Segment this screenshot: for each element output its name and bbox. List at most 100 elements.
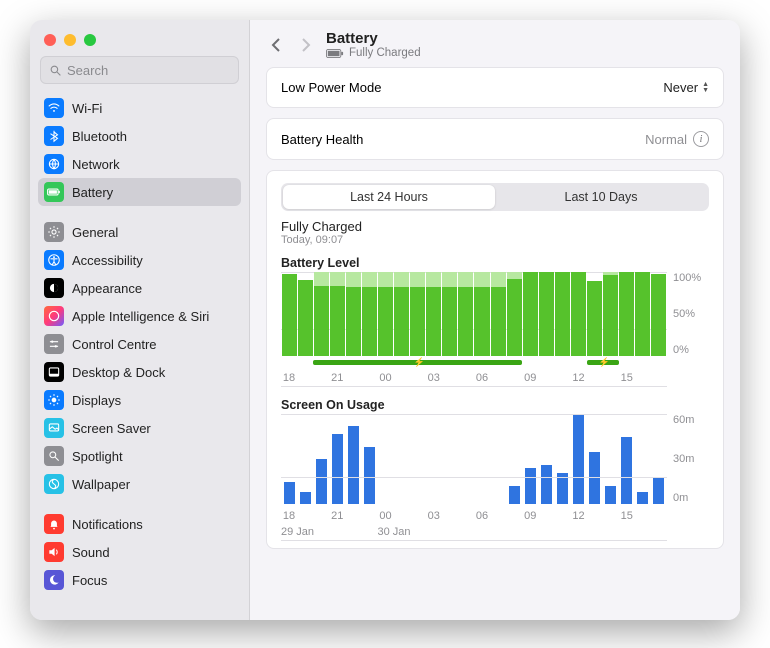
page-subtitle: Fully Charged — [349, 47, 421, 59]
x-tick-label: 18 — [283, 510, 295, 522]
siri-icon — [44, 306, 64, 326]
segment-last-24-hours[interactable]: Last 24 Hours — [283, 185, 495, 209]
x-tick-label: 03 — [428, 510, 440, 522]
nav-forward-button[interactable] — [296, 33, 316, 57]
sidebar-item-general[interactable]: General — [38, 218, 241, 246]
wifi-icon — [44, 98, 64, 118]
sidebar-item-bluetooth[interactable]: Bluetooth — [38, 122, 241, 150]
low-power-mode-value: Never — [663, 80, 698, 95]
battery-level-bar — [539, 272, 554, 356]
sidebar-item-wallpaper[interactable]: Wallpaper — [38, 470, 241, 498]
sidebar-list[interactable]: Wi-Fi Bluetooth Network Battery General Acces… — [30, 92, 249, 620]
bell-icon — [44, 514, 64, 534]
battery-level-bar — [603, 275, 618, 356]
battery-level-bar — [346, 287, 361, 356]
sidebar-item-notifications[interactable]: Notifications — [38, 510, 241, 538]
bolt-icon: ⚡ — [599, 357, 610, 368]
screen-on-bar — [653, 477, 664, 504]
sidebar-item-wifi[interactable]: Wi-Fi — [38, 94, 241, 122]
select-stepper-icon: ▲▼ — [702, 82, 709, 94]
sidebar-item-label: Control Centre — [72, 337, 157, 352]
battery-level-bar — [635, 272, 650, 356]
battery-level-bar — [378, 287, 393, 356]
sidebar-item-displays[interactable]: Displays — [38, 386, 241, 414]
x-tick-label: 06 — [476, 372, 488, 384]
close-window-button[interactable] — [44, 34, 56, 46]
titlebar: Battery Fully Charged — [250, 20, 740, 67]
battery-level-bar — [491, 287, 506, 356]
minimize-window-button[interactable] — [64, 34, 76, 46]
chevron-left-icon — [270, 38, 282, 52]
sidebar-item-label: Appearance — [72, 281, 142, 296]
search-icon — [49, 64, 62, 77]
screen-on-bar — [332, 434, 343, 505]
screen-on-bar — [364, 447, 375, 504]
appearance-icon — [44, 278, 64, 298]
nav-back-button[interactable] — [266, 33, 286, 57]
low-power-mode-select[interactable]: Never ▲▼ — [663, 80, 709, 95]
sidebar-item-screen-saver[interactable]: Screen Saver — [38, 414, 241, 442]
screen-on-bar — [557, 473, 568, 505]
sidebar-item-battery[interactable]: Battery — [38, 178, 241, 206]
chevron-right-icon — [300, 38, 312, 52]
sidebar-item-label: General — [72, 225, 118, 240]
low-power-mode-row: Low Power Mode Never ▲▼ — [266, 67, 724, 108]
screen-on-bar — [541, 465, 552, 504]
y-tick-label: 60m — [673, 414, 694, 426]
sidebar-item-appearance[interactable]: Appearance — [38, 274, 241, 302]
sidebar-item-label: Wi-Fi — [72, 101, 102, 116]
screen-on-bar — [525, 468, 536, 504]
moon-icon — [44, 570, 64, 590]
sidebar-item-ai-siri[interactable]: Apple Intelligence & Siri — [38, 302, 241, 330]
sidebar-item-label: Bluetooth — [72, 129, 127, 144]
battery-level-bar — [474, 287, 489, 356]
sidebar-item-desktop-dock[interactable]: Desktop & Dock — [38, 358, 241, 386]
x-tick-label: 09 — [524, 372, 536, 384]
sidebar-item-label: Screen Saver — [72, 421, 151, 436]
gear-icon — [44, 222, 64, 242]
sidebar-item-label: Network — [72, 157, 120, 172]
window-controls — [30, 20, 249, 56]
main-pane: Battery Fully Charged Low Power Mode Nev… — [250, 20, 740, 620]
search-icon — [44, 446, 64, 466]
screen-on-bar — [509, 486, 520, 504]
date-label: 30 Jan — [378, 526, 411, 538]
x-tick-label: 15 — [621, 372, 633, 384]
y-tick-label: 0% — [673, 344, 689, 356]
battery-level-bar — [314, 286, 329, 356]
sidebar-item-control-centre[interactable]: Control Centre — [38, 330, 241, 358]
battery-level-bar — [298, 280, 313, 356]
screen-on-bar — [316, 459, 327, 504]
battery-health-value: Normal — [645, 132, 687, 147]
battery-level-bar — [507, 279, 522, 356]
zoom-window-button[interactable] — [84, 34, 96, 46]
screen-on-bar — [589, 452, 600, 505]
sidebar-item-label: Sound — [72, 545, 110, 560]
battery-level-bar — [394, 287, 409, 356]
search-placeholder: Search — [67, 63, 108, 78]
charge-status-title: Fully Charged — [281, 219, 709, 234]
settings-window: Search Wi-Fi Bluetooth Network Battery Gener… — [30, 20, 740, 620]
charge-status-subtitle: Today, 09:07 — [281, 234, 709, 246]
screen-on-chart: 1821000306091215 29 Jan30 Jan 60m30m0m — [281, 414, 709, 540]
segment-last-10-days[interactable]: Last 10 Days — [495, 185, 707, 209]
y-tick-label: 30m — [673, 453, 694, 465]
sidebar-item-label: Apple Intelligence & Siri — [72, 309, 209, 324]
screen-on-bar — [348, 426, 359, 504]
time-range-segmented: Last 24 Hours Last 10 Days — [281, 183, 709, 211]
battery-level-bar — [619, 272, 634, 356]
sidebar-item-focus[interactable]: Focus — [38, 566, 241, 594]
sidebar-item-accessibility[interactable]: Accessibility — [38, 246, 241, 274]
search-input[interactable]: Search — [40, 56, 239, 84]
sidebar-item-network[interactable]: Network — [38, 150, 241, 178]
battery-health-info-button[interactable]: i — [693, 131, 709, 147]
battery-level-chart: ⚡⚡ 1821000306091215 100%50%0% — [281, 272, 709, 386]
x-tick-label: 00 — [379, 372, 391, 384]
bolt-icon: ⚡ — [414, 357, 425, 368]
sidebar-item-sound[interactable]: Sound — [38, 538, 241, 566]
x-tick-label: 15 — [621, 510, 633, 522]
screen-on-bar — [573, 414, 584, 504]
date-label: 29 Jan — [281, 526, 314, 538]
sidebar-item-spotlight[interactable]: Spotlight — [38, 442, 241, 470]
sidebar-item-label: Spotlight — [72, 449, 123, 464]
